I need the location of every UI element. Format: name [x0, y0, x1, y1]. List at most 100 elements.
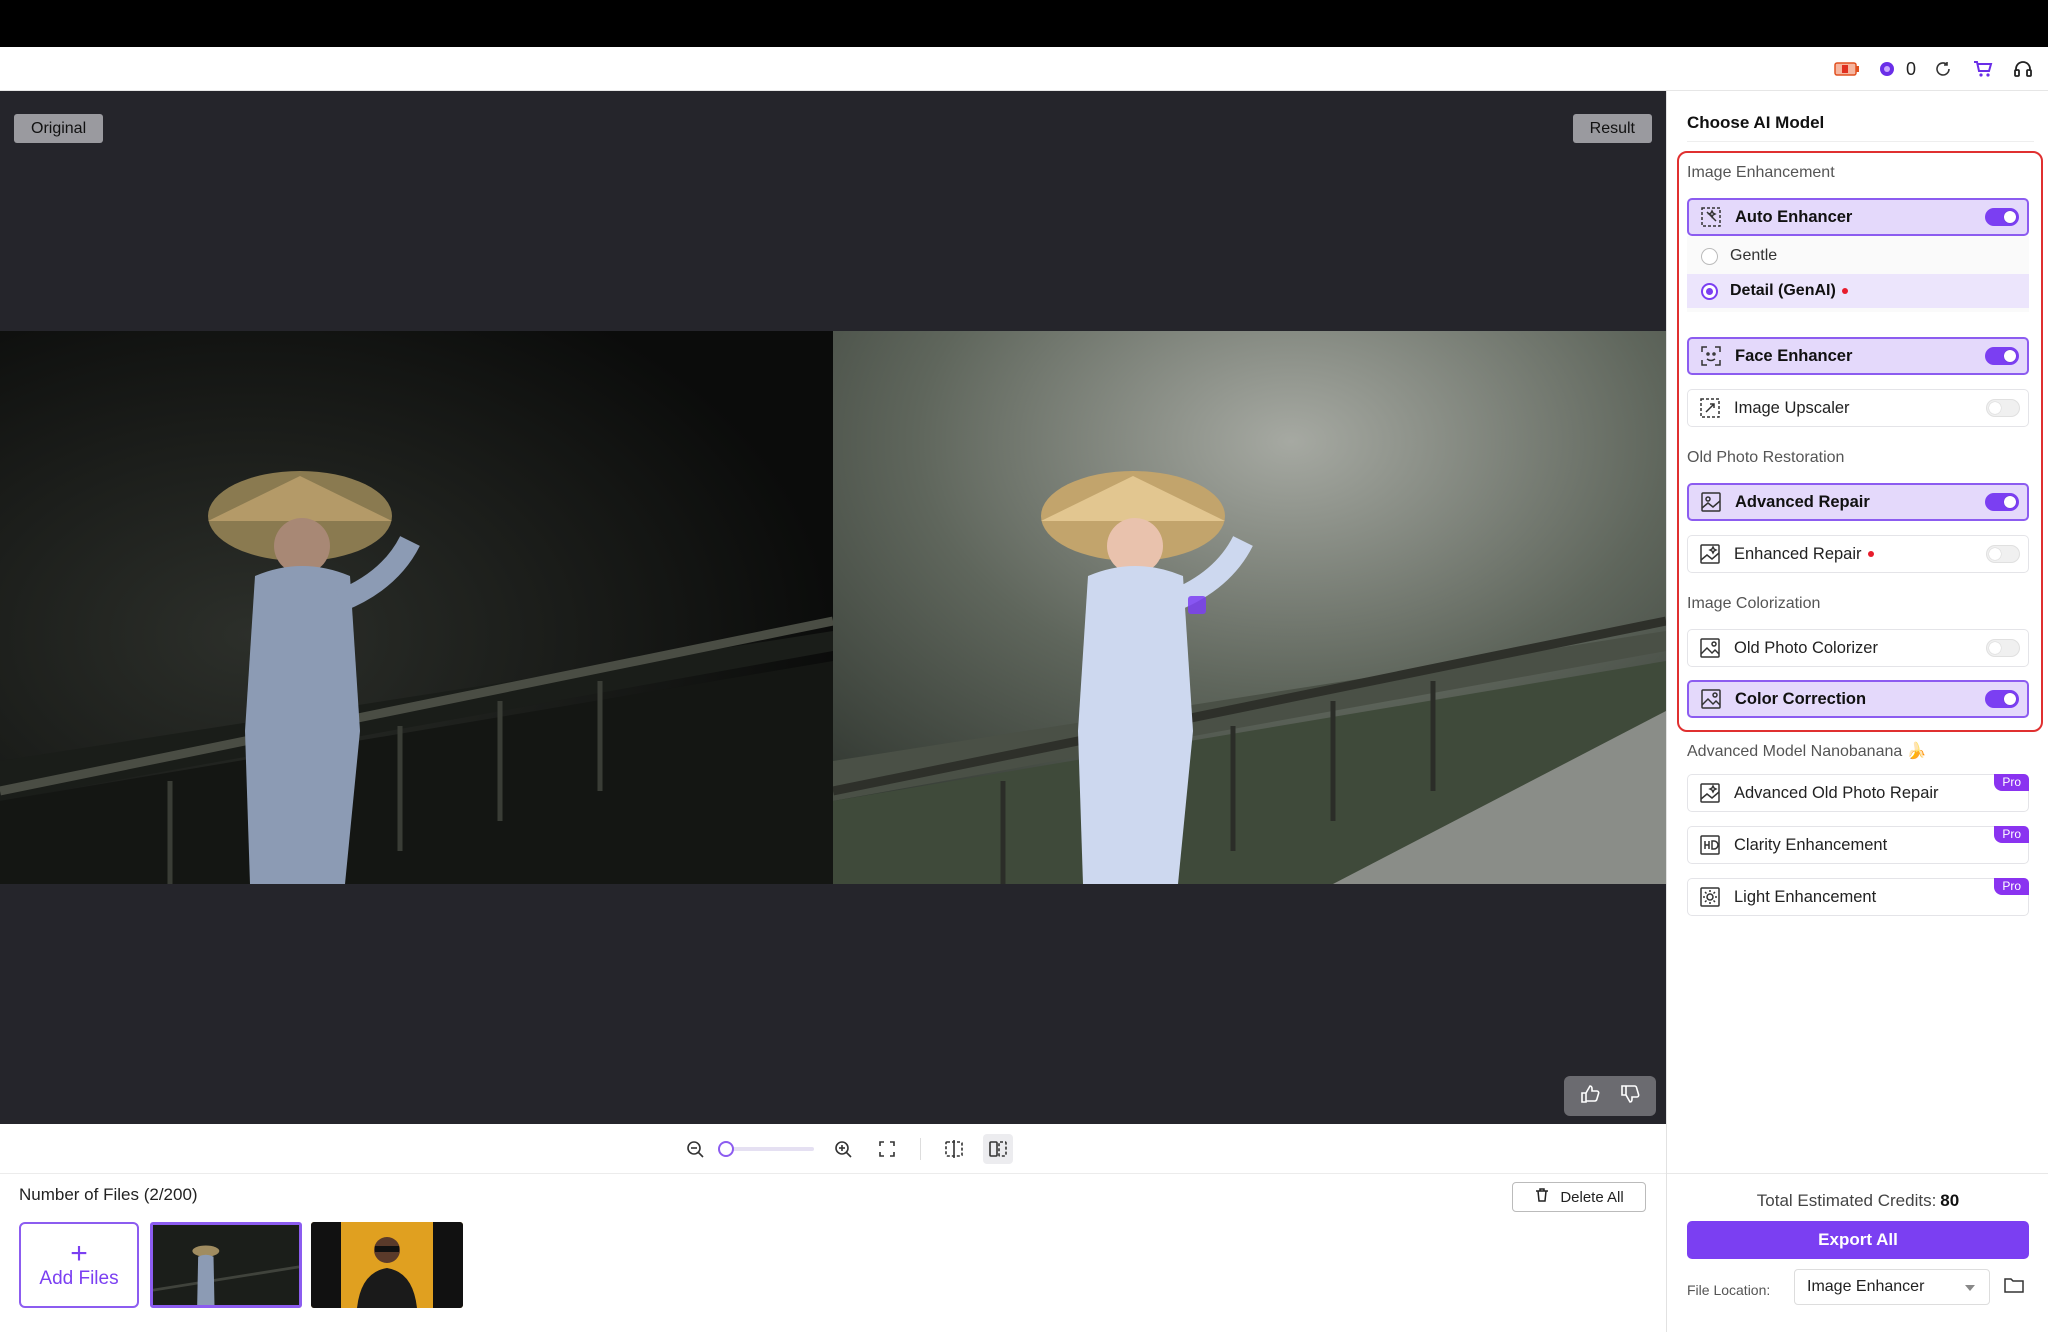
model-old-photo-colorizer[interactable]: Old Photo Colorizer	[1687, 629, 2029, 667]
chevron-down-icon	[1965, 1285, 1975, 1291]
color-correction-label: Color Correction	[1735, 689, 1867, 708]
original-label-button[interactable]: Original	[14, 114, 104, 143]
advanced-repair-label: Advanced Repair	[1735, 492, 1870, 511]
face-enhancer-label: Face Enhancer	[1735, 346, 1853, 365]
thumbs-up-icon[interactable]	[1579, 1083, 1601, 1110]
image-upscaler-label: Image Upscaler	[1734, 398, 1850, 417]
thumbs-down-icon[interactable]	[1619, 1083, 1641, 1110]
model-light-enhancement[interactable]: Light Enhancement Pro	[1687, 878, 2029, 916]
gentle-radio[interactable]	[1701, 247, 1718, 265]
file-list-panel: Number of Files (2/200) Delete All + Add…	[0, 1175, 1666, 1332]
credit-battery-icon[interactable]	[1834, 56, 1860, 82]
color-correction-icon	[1699, 687, 1723, 711]
model-face-enhancer[interactable]: Face Enhancer	[1687, 337, 2029, 375]
refresh-icon[interactable]	[1930, 56, 1956, 82]
file-location-label: File Location:	[1687, 1282, 1771, 1298]
new-dot	[1841, 288, 1848, 294]
credits-value: 80	[1940, 1191, 1960, 1210]
advanced-repair-toggle[interactable]	[1985, 493, 2019, 511]
split-view-icon[interactable]	[939, 1134, 969, 1164]
original-image	[0, 331, 833, 884]
file-location-select[interactable]: Image Enhancer	[1794, 1269, 1990, 1305]
enhanced-repair-label: Enhanced Repair	[1734, 544, 1862, 563]
color-correction-toggle[interactable]	[1985, 690, 2019, 708]
separator	[920, 1138, 921, 1160]
face-enhancer-toggle[interactable]	[1985, 347, 2019, 365]
auto-enhancer-options: Gentle Detail (GenAI)	[1687, 236, 2029, 312]
folder-icon[interactable]	[2003, 1275, 2025, 1300]
enhanced-repair-toggle[interactable]	[1986, 545, 2020, 563]
model-color-correction[interactable]: Color Correction	[1687, 680, 2029, 718]
image-upscaler-icon	[1698, 396, 1722, 420]
model-clarity-enhancement[interactable]: Clarity Enhancement Pro	[1687, 826, 2029, 864]
plus-icon: +	[70, 1237, 88, 1270]
detail-genai-label: Detail (GenAI)	[1730, 282, 1836, 299]
light-enhancement-label: Light Enhancement	[1734, 887, 1877, 906]
ai-model-sidebar: Choose AI Model Image Enhancement Auto E…	[1666, 91, 2048, 1332]
advanced-old-photo-repair-label: Advanced Old Photo Repair	[1734, 783, 1939, 802]
result-image	[833, 331, 1666, 884]
zoom-slider-knob[interactable]	[718, 1141, 734, 1157]
face-enhancer-icon	[1699, 344, 1723, 368]
file-thumbnail-selected[interactable]	[150, 1222, 302, 1308]
model-advanced-repair[interactable]: Advanced Repair	[1687, 483, 2029, 521]
result-label-button[interactable]: Result	[1572, 114, 1652, 143]
option-gentle[interactable]: Gentle	[1687, 239, 2029, 273]
gentle-label: Gentle	[1730, 247, 1778, 264]
feedback-bar	[1564, 1076, 1656, 1116]
section-old-photo-restoration: Old Photo Restoration	[1687, 449, 1845, 466]
detail-genai-radio[interactable]	[1701, 282, 1718, 300]
add-files-label: Add Files	[39, 1268, 119, 1289]
auto-enhancer-icon	[1699, 205, 1723, 229]
file-thumbnail[interactable]	[311, 1222, 463, 1308]
new-dot	[1867, 551, 1874, 557]
old-photo-colorizer-icon	[1698, 636, 1722, 660]
model-advanced-old-photo-repair[interactable]: Advanced Old Photo Repair Pro	[1687, 774, 2029, 812]
credits-coin-icon	[1874, 56, 1900, 82]
zoom-out-icon[interactable]	[680, 1134, 710, 1164]
pro-badge: Pro	[1994, 774, 2029, 791]
view-controls-bar	[0, 1124, 1666, 1174]
advanced-old-photo-repair-icon	[1698, 781, 1722, 805]
zoom-slider[interactable]	[718, 1141, 814, 1157]
light-enhancement-icon	[1698, 885, 1722, 909]
total-credits: Total Estimated Credits: 80	[1667, 1191, 2048, 1211]
old-photo-colorizer-label: Old Photo Colorizer	[1734, 638, 1878, 657]
zoom-in-icon[interactable]	[828, 1134, 858, 1164]
export-all-button[interactable]: Export All	[1687, 1221, 2029, 1259]
side-by-side-view-icon[interactable]	[983, 1134, 1013, 1164]
pro-badge: Pro	[1994, 826, 2029, 843]
fit-screen-icon[interactable]	[872, 1134, 902, 1164]
window-titlebar	[0, 0, 2048, 47]
trash-icon	[1534, 1187, 1550, 1207]
credits-label: Total Estimated Credits:	[1756, 1191, 1937, 1210]
model-auto-enhancer[interactable]: Auto Enhancer	[1687, 198, 2029, 236]
old-photo-colorizer-toggle[interactable]	[1986, 639, 2020, 657]
headset-icon[interactable]	[2010, 56, 2036, 82]
auto-enhancer-label: Auto Enhancer	[1735, 207, 1853, 226]
advanced-repair-icon	[1699, 490, 1723, 514]
section-image-enhancement: Image Enhancement	[1687, 164, 1835, 181]
option-detail-genai[interactable]: Detail (GenAI)	[1687, 274, 2029, 308]
cart-icon[interactable]	[1970, 56, 1996, 82]
top-toolbar: 0	[0, 47, 2048, 91]
delete-all-button[interactable]: Delete All	[1512, 1182, 1646, 1212]
delete-all-label: Delete All	[1560, 1188, 1624, 1206]
hd-icon	[1698, 833, 1722, 857]
auto-enhancer-toggle[interactable]	[1985, 208, 2019, 226]
file-count-label: Number of Files (2/200)	[19, 1185, 198, 1204]
enhanced-repair-icon	[1698, 542, 1722, 566]
sidebar-title: Choose AI Model	[1687, 113, 1825, 132]
file-location-value: Image Enhancer	[1807, 1278, 1925, 1295]
pro-badge: Pro	[1994, 878, 2029, 895]
model-image-upscaler[interactable]: Image Upscaler	[1687, 389, 2029, 427]
model-enhanced-repair[interactable]: Enhanced Repair	[1687, 535, 2029, 573]
section-nanobanana: Advanced Model Nanobanana 🍌	[1687, 743, 1927, 760]
section-image-colorization: Image Colorization	[1687, 595, 1821, 612]
image-upscaler-toggle[interactable]	[1986, 399, 2020, 417]
preview-canvas: Original Result	[0, 91, 1666, 1124]
export-footer: Total Estimated Credits: 80 Export All Fi…	[1667, 1173, 2048, 1332]
add-files-button[interactable]: + Add Files	[19, 1222, 139, 1308]
divider	[1687, 141, 2034, 142]
clarity-enhancement-label: Clarity Enhancement	[1734, 835, 1888, 854]
